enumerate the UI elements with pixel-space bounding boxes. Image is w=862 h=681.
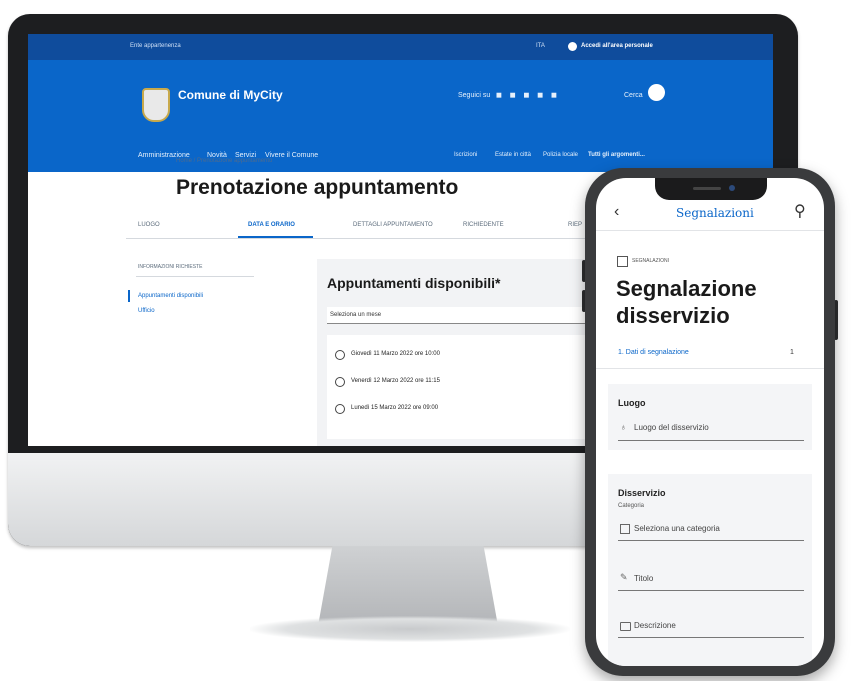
sidebar-active-marker (128, 290, 130, 302)
nav-right-item[interactable]: Iscrizioni (454, 152, 477, 158)
disservizio-section: Disservizio Categoria Seleziona una cate… (608, 474, 812, 666)
search-icon[interactable] (648, 84, 665, 101)
speaker-grille (693, 187, 721, 190)
follow-label: Seguici su (458, 92, 491, 99)
city-name[interactable]: Comune di MyCity (178, 88, 283, 102)
slot-label: Venerdì 12 Marzo 2022 ore 11:15 (351, 378, 440, 384)
slot-label: Lunedì 15 Marzo 2022 ore 09:00 (351, 405, 439, 411)
social-icons[interactable]: ◼ ◼ ◼ ◼ ◼ (496, 91, 560, 99)
nav-right-item[interactable]: Tutti gli argomenti... (588, 152, 645, 158)
city-logo (142, 88, 170, 122)
panel-title: Appuntamenti disponibili* (327, 275, 501, 291)
location-pin-icon: ♁ (620, 422, 627, 432)
step-divider (596, 368, 824, 369)
page-title: Prenotazione appuntamento (176, 176, 459, 199)
phone-title-line1: Segnalazione (616, 276, 757, 301)
categoria-field[interactable]: Seleziona una categoria (634, 524, 720, 533)
slim-header: Ente appartenenza ITA Accedi all'area pe… (28, 34, 773, 60)
slot-radio[interactable] (335, 404, 345, 414)
clipboard-icon (617, 256, 628, 267)
luogo-section: Luogo ♁ Luogo del disservizio (608, 384, 812, 450)
descrizione-underline (618, 637, 804, 638)
pencil-icon: ✎ (620, 572, 628, 582)
categoria-underline (618, 540, 804, 541)
titolo-underline (618, 590, 804, 591)
nav-right-item[interactable]: Polizia locale (543, 152, 578, 158)
step-dettagli[interactable]: DETTAGLI APPUNTAMENTO (353, 222, 433, 228)
slot-radio[interactable] (335, 377, 345, 387)
monitor-stand (318, 546, 498, 626)
nav-item[interactable]: Vivere il Comune (265, 152, 318, 159)
step-riepilogo[interactable]: RIEP (568, 222, 582, 228)
category-icon (620, 524, 630, 534)
phone-title-line2: disservizio (616, 303, 730, 328)
step-richiedente[interactable]: RICHIEDENTE (463, 222, 504, 228)
titolo-field[interactable]: Titolo (634, 574, 653, 583)
sidebar-header: INFORMAZIONI RICHIESTE (138, 264, 203, 270)
disservizio-label: Disservizio (618, 488, 666, 498)
phone-header-title: Segnalazioni (676, 206, 754, 220)
slot-label: Giovedì 11 Marzo 2022 ore 10:00 (351, 351, 440, 357)
comment-icon (620, 622, 631, 631)
back-icon[interactable]: ‹ (614, 203, 619, 221)
descrizione-field[interactable]: Descrizione (634, 621, 676, 630)
main-header: Comune di MyCity Seguici su ◼ ◼ ◼ ◼ ◼ Ce… (28, 60, 773, 172)
region-link[interactable]: Ente appartenenza (130, 43, 181, 49)
sidebar-item-appuntamenti[interactable]: Appuntamenti disponibili (138, 293, 203, 299)
slot-radio[interactable] (335, 350, 345, 360)
phone-screen: ‹ Segnalazioni ⚲ SEGNALAZIONI Segnalazio… (596, 178, 824, 666)
breadcrumb[interactable]: Home / Prenotazione appuntamento (176, 158, 272, 164)
phone-header-divider (596, 230, 824, 231)
phone-notch (655, 178, 767, 200)
nav-right-item[interactable]: Estate in città (495, 152, 531, 158)
step-data-orario[interactable]: DATA E ORARIO (248, 222, 295, 228)
category-label: SEGNALAZIONI (632, 258, 669, 264)
user-icon (568, 42, 577, 51)
search-label: Cerca (624, 92, 643, 99)
categoria-label: Categoria (618, 503, 645, 509)
luogo-underline (618, 440, 804, 441)
search-icon[interactable]: ⚲ (794, 201, 806, 221)
language-selector[interactable]: ITA (536, 43, 545, 49)
step-count: 1 (790, 349, 794, 356)
camera-icon (729, 185, 735, 191)
luogo-field[interactable]: Luogo del disservizio (634, 423, 709, 432)
month-select-value: Seleziona un mese (330, 312, 382, 318)
monitor-base (250, 616, 570, 642)
login-link[interactable]: Accedi all'area personale (581, 43, 653, 49)
step-indicator[interactable]: 1. Dati di segnalazione (618, 349, 689, 356)
step-luogo[interactable]: LUOGO (138, 222, 160, 228)
sidebar-divider (136, 276, 254, 277)
sidebar-item-ufficio[interactable]: Ufficio (138, 308, 155, 314)
luogo-label: Luogo (618, 398, 646, 408)
